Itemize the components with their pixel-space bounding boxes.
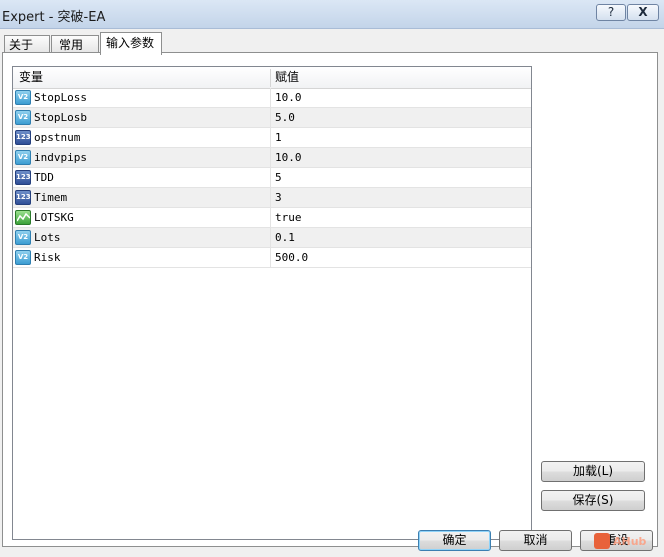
table-row[interactable]: V2 Risk 500.0 (13, 248, 531, 268)
watermark: AHub (594, 532, 654, 552)
help-button[interactable]: ? (596, 4, 626, 21)
icon-text: V2 (17, 153, 29, 161)
variable-value[interactable]: 3 (275, 188, 282, 208)
watermark-text: AHub (613, 535, 647, 548)
icon-text: 123 (16, 193, 31, 201)
window-title: Expert - 突破-EA (2, 10, 106, 25)
grid-header: 变量 赋值 (13, 67, 531, 89)
cell-divider (270, 168, 271, 188)
variable-name: Risk (34, 251, 61, 264)
integer-type-icon: 123 (15, 170, 31, 185)
cell-divider (270, 148, 271, 168)
table-row[interactable]: V2 StopLoss 10.0 (13, 88, 531, 108)
tab-inputs[interactable]: 输入参数 (100, 32, 162, 55)
icon-text: V2 (17, 233, 29, 241)
variable-value[interactable]: 5 (275, 168, 282, 188)
load-button[interactable]: 加载(L) (541, 461, 645, 482)
variable-name: StopLosb (34, 111, 87, 124)
table-row[interactable]: V2 Lots 0.1 (13, 228, 531, 248)
variable-name: Lots (34, 231, 61, 244)
table-row[interactable]: LOTSKG true (13, 208, 531, 228)
double-type-icon: V2 (15, 150, 31, 165)
cancel-button[interactable]: 取消 (499, 530, 572, 551)
table-row[interactable]: V2 indvpips 10.0 (13, 148, 531, 168)
icon-text: 123 (16, 173, 31, 181)
cell-divider (270, 88, 271, 108)
watermark-logo-icon (594, 533, 610, 549)
cell-divider (270, 248, 271, 268)
double-type-icon: V2 (15, 230, 31, 245)
variable-name: LOTSKG (34, 211, 74, 224)
column-header-variable[interactable]: 变量 (19, 67, 43, 88)
variable-value[interactable]: 10.0 (275, 88, 302, 108)
variable-name: opstnum (34, 131, 81, 144)
table-row[interactable]: 123 opstnum 1 (13, 128, 531, 148)
cell-divider (270, 228, 271, 248)
integer-type-icon: 123 (15, 190, 31, 205)
cell-divider (270, 208, 271, 228)
cell-divider (270, 108, 271, 128)
integer-type-icon: 123 (15, 130, 31, 145)
table-row[interactable]: 123 Timem 3 (13, 188, 531, 208)
variable-value[interactable]: 500.0 (275, 248, 308, 268)
save-button[interactable]: 保存(S) (541, 490, 645, 511)
variable-value[interactable]: true (275, 208, 302, 228)
icon-text: 123 (16, 133, 31, 141)
double-type-icon: V2 (15, 90, 31, 105)
double-type-icon: V2 (15, 110, 31, 125)
variable-value[interactable]: 10.0 (275, 148, 302, 168)
icon-text: V2 (17, 113, 29, 121)
variable-value[interactable]: 5.0 (275, 108, 295, 128)
variable-name: indvpips (34, 151, 87, 164)
table-row[interactable]: V2 StopLosb 5.0 (13, 108, 531, 128)
variable-value[interactable]: 1 (275, 128, 282, 148)
parameters-grid[interactable]: 变量 赋值 V2 StopLoss 10.0 V2 StopLosb 5.0 1… (12, 66, 532, 540)
variable-name: Timem (34, 191, 68, 204)
close-button[interactable]: X (627, 4, 659, 21)
boolean-type-icon (15, 210, 31, 225)
dialog-client: 关于 常用 输入参数 变量 赋值 V2 StopLoss 10.0 V2 Sto… (0, 28, 664, 557)
column-divider[interactable] (270, 69, 271, 87)
column-header-value[interactable]: 赋值 (275, 67, 299, 88)
double-type-icon: V2 (15, 250, 31, 265)
variable-name: StopLoss (34, 91, 87, 104)
icon-text: V2 (17, 253, 29, 261)
cell-divider (270, 128, 271, 148)
icon-text: V2 (17, 93, 29, 101)
cell-divider (270, 188, 271, 208)
ok-button[interactable]: 确定 (418, 530, 491, 551)
variable-name: TDD (34, 171, 54, 184)
title-bar[interactable]: Expert - 突破-EA ? X (0, 0, 664, 28)
table-row[interactable]: 123 TDD 5 (13, 168, 531, 188)
boolean-wave-icon (17, 213, 30, 222)
variable-value[interactable]: 0.1 (275, 228, 295, 248)
